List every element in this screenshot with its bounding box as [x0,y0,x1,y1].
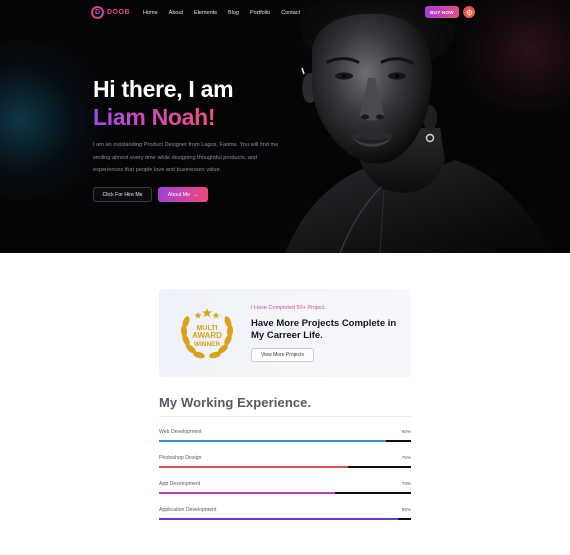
nav-about[interactable]: About [169,10,183,16]
about-me-button[interactable]: About Me → [158,187,208,202]
nav-contact[interactable]: Contact [281,10,300,16]
experience-divider [159,416,411,417]
award-laurel-icon: MULTI AWARD WINNER [180,308,234,359]
nav-elements[interactable]: Elements [194,10,217,16]
award-kicker: I Have Completed 50+ Project. [251,305,327,311]
skill-photoshop-design: Photoshop Design 75% [159,455,411,469]
award-title: Have More Projects Complete in My Carree… [251,318,397,341]
skill-label: App Development [159,481,201,487]
nav-home[interactable]: Home [143,10,158,16]
buy-now-button[interactable]: BUY NOW [425,6,459,18]
view-more-projects-button[interactable]: View More Projects [251,348,314,362]
skill-application-development: Application Development 95% [159,507,411,521]
site-header: D DOOB Home About Elements Blog Portfoli… [0,0,570,26]
arrow-right-icon: → [193,191,199,198]
skill-progress-fill [159,518,399,520]
gear-icon [465,8,473,16]
skill-percent: 70% [401,481,411,486]
page: D DOOB Home About Elements Blog Portfoli… [0,0,570,555]
about-me-label: About Me [167,191,191,198]
hero-name: Liam Noah! [93,104,216,130]
hero-portrait [285,0,550,253]
skill-web-development: Web Development 90% [159,429,411,443]
logo-mark-icon: D [91,6,104,19]
skill-percent: 75% [401,455,411,460]
skill-progress-fill [159,440,386,442]
award-badge-line2: AWARD [192,331,222,340]
skill-progress-fill [159,492,336,494]
skill-label: Application Development [159,507,217,513]
skill-app-development: App Development 70% [159,481,411,495]
nav-portfolio[interactable]: Portfolio [250,10,270,16]
skill-percent: 95% [401,507,411,512]
experience-title: My Working Experience. [159,395,312,410]
logo[interactable]: D DOOB [91,6,130,19]
hero-greeting: Hi there, I am [93,76,234,102]
main-nav: Home About Elements Blog Portfolio Conta… [143,10,311,16]
hero-section: D DOOB Home About Elements Blog Portfoli… [0,0,570,253]
skill-track [159,466,411,468]
skill-progress-fill [159,466,348,468]
skill-label: Photoshop Design [159,455,202,461]
hero-description: I am an outstanding Product Designer fro… [93,142,279,173]
skill-track [159,492,411,494]
nav-blog[interactable]: Blog [228,10,239,16]
skill-label: Web Development [159,429,202,435]
logo-text: DOOB [107,9,130,16]
skill-track [159,440,411,442]
award-badge-line3: WINNER [194,341,221,348]
hire-me-button[interactable]: Click For Hire Me [93,187,152,202]
settings-button[interactable] [463,6,475,18]
skill-percent: 90% [401,429,411,434]
skill-track [159,518,411,520]
